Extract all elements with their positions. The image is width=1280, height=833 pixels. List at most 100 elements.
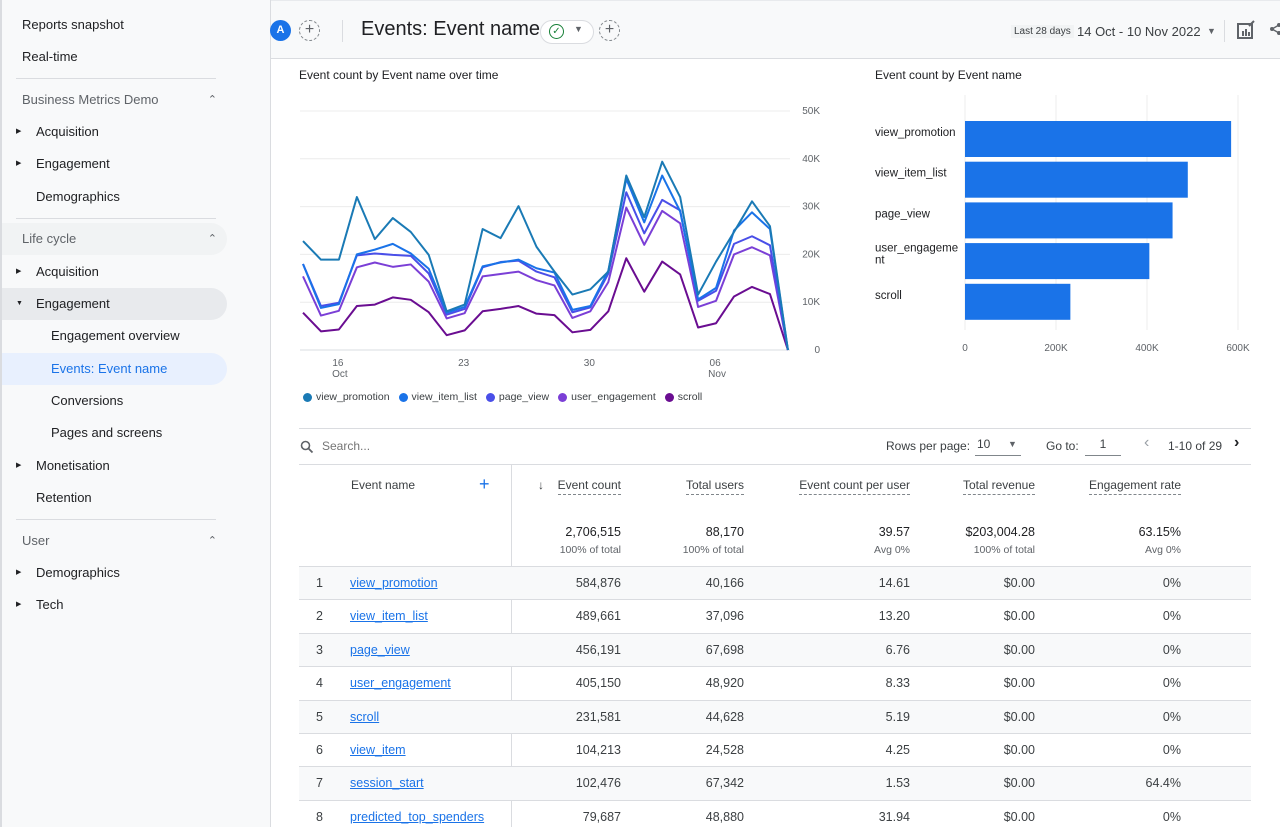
event-count-cell: 405,150 bbox=[575, 676, 621, 691]
header-divider bbox=[342, 20, 343, 42]
share-icon[interactable] bbox=[1268, 22, 1280, 41]
bar-category-label: user_engageme bbox=[875, 243, 958, 255]
column-header-event-count-per-user[interactable]: Event count per user bbox=[799, 478, 910, 495]
legend-item-page-view[interactable]: page_view bbox=[485, 391, 550, 403]
chevron-up-icon[interactable]: ⌃ bbox=[208, 525, 217, 557]
legend-item-view-promotion[interactable]: view_promotion bbox=[303, 391, 390, 403]
event-name-link[interactable]: scroll bbox=[350, 710, 379, 724]
table-search-input[interactable] bbox=[322, 439, 622, 453]
column-header-event-name[interactable]: Event name bbox=[351, 478, 415, 492]
per-user-cell: 4.25 bbox=[885, 743, 910, 757]
customize-report-icon[interactable] bbox=[1236, 20, 1256, 45]
table-row: 7 session_start 102,476 67,342 1.53 $0.00 64.4… bbox=[299, 766, 1251, 800]
event-name-link[interactable]: view_promotion bbox=[350, 576, 438, 590]
event-name-link[interactable]: predicted_top_spenders bbox=[350, 810, 484, 824]
sidebar-item-events-event-name[interactable]: Events: Event name bbox=[2, 353, 227, 385]
bar-user-engagement[interactable] bbox=[965, 243, 1150, 280]
sidebar-section-business-metrics[interactable]: Business Metrics Demo ⌃ bbox=[22, 84, 227, 116]
x-tick-label: 06 bbox=[710, 358, 722, 369]
revenue-cell: $0.00 bbox=[1003, 642, 1035, 657]
add-comparison-button[interactable]: + bbox=[299, 20, 320, 41]
chevron-up-icon[interactable]: ⌃ bbox=[208, 223, 217, 255]
event-name-link[interactable]: view_item bbox=[350, 743, 406, 757]
sidebar-item-reports-snapshot[interactable]: Reports snapshot bbox=[2, 9, 227, 41]
report-status-dropdown[interactable]: ✓ ▼ bbox=[540, 20, 594, 44]
sidebar-item-conversions[interactable]: Conversions bbox=[2, 385, 227, 417]
per-user-cell: 14.61 bbox=[878, 576, 910, 590]
caret-right-icon: ▶ bbox=[16, 462, 22, 469]
line-chart-legend: view_promotion view_item_list page_view use… bbox=[303, 391, 702, 403]
bar-category-label: page_view bbox=[875, 208, 931, 220]
event-name-link[interactable]: session_start bbox=[350, 776, 424, 790]
table-row: 8 predicted_top_spenders 79,687 48,880 31.94… bbox=[299, 799, 1251, 833]
total-engagement-rate: 63.15% bbox=[1138, 525, 1181, 539]
x-tick-label: 0 bbox=[962, 343, 968, 354]
sidebar-item-engagement[interactable]: ▶ Engagement bbox=[2, 148, 227, 180]
total-users-cell: 44,628 bbox=[705, 709, 744, 724]
legend-item-view-item-list[interactable]: view_item_list bbox=[398, 391, 477, 403]
event-count-cell: 489,661 bbox=[575, 609, 621, 624]
section-title: Business Metrics Demo bbox=[22, 92, 159, 107]
total-users-cell: 67,698 bbox=[705, 642, 744, 657]
legend-item-user-engagement[interactable]: user_engagement bbox=[558, 391, 656, 403]
y-tick-label: 50K bbox=[802, 106, 820, 117]
y-tick-label: 10K bbox=[802, 297, 820, 308]
series-line-view-promotion[interactable] bbox=[302, 160, 789, 351]
add-filter-button[interactable]: + bbox=[599, 20, 620, 41]
event-name-link[interactable]: view_item_list bbox=[350, 609, 428, 623]
series-line-user-engagement[interactable] bbox=[302, 206, 789, 351]
sort-desc-icon[interactable]: ↓ bbox=[538, 478, 544, 492]
legend-item-scroll[interactable]: scroll bbox=[664, 391, 702, 403]
series-line-scroll[interactable] bbox=[302, 257, 789, 351]
next-page-button[interactable]: › bbox=[1234, 434, 1239, 452]
per-user-cell: 8.33 bbox=[885, 676, 910, 691]
column-header-event-count[interactable]: Event count bbox=[557, 478, 621, 495]
event-count-cell: 79,687 bbox=[582, 809, 621, 824]
sidebar-item-lc-acquisition[interactable]: ▶ Acquisition bbox=[2, 256, 227, 288]
sidebar-item-pages-and-screens[interactable]: Pages and screens bbox=[2, 417, 227, 449]
bar-page-view[interactable] bbox=[965, 202, 1173, 239]
sidebar-item-user-demographics[interactable]: ▶ Demographics bbox=[2, 557, 227, 589]
engagement-rate-cell: 0% bbox=[1162, 676, 1181, 691]
bar-scroll[interactable] bbox=[965, 283, 1071, 320]
sidebar-item-retention[interactable]: Retention bbox=[2, 482, 227, 514]
bar-view-promotion[interactable] bbox=[965, 121, 1232, 157]
sidebar-item-demographics[interactable]: Demographics bbox=[2, 181, 227, 213]
event-name-link[interactable]: page_view bbox=[350, 643, 410, 657]
event-name-link[interactable]: user_engagement bbox=[350, 676, 451, 690]
add-dimension-button[interactable]: + bbox=[479, 474, 490, 495]
column-header-total-users[interactable]: Total users bbox=[685, 478, 744, 495]
item-label: Engagement bbox=[36, 296, 110, 311]
sidebar-item-acquisition[interactable]: ▶ Acquisition bbox=[2, 116, 227, 148]
revenue-cell: $0.00 bbox=[1003, 743, 1035, 757]
date-dropdown-arrow-icon[interactable]: ▼ bbox=[1207, 26, 1216, 36]
sidebar-item-engagement-overview[interactable]: Engagement overview bbox=[2, 320, 227, 352]
sidebar-section-life-cycle[interactable]: Life cycle ⌃ bbox=[2, 223, 227, 255]
search-icon bbox=[300, 440, 314, 454]
goto-page-input[interactable]: 1 bbox=[1085, 437, 1121, 456]
bar-view-item-list[interactable] bbox=[965, 161, 1188, 198]
sidebar-item-real-time[interactable]: Real-time bbox=[2, 41, 227, 73]
y-tick-label: 0 bbox=[814, 345, 820, 356]
item-label: Tech bbox=[36, 597, 64, 612]
row-index: 4 bbox=[316, 676, 323, 691]
sidebar-item-lc-engagement[interactable]: ▼ Engagement bbox=[2, 288, 227, 320]
rows-per-page-select[interactable]: 10 ▼ bbox=[975, 437, 1021, 456]
sidebar-item-monetisation[interactable]: ▶ Monetisation bbox=[2, 450, 227, 482]
total-revenue-sub: 100% of total bbox=[973, 544, 1035, 556]
prev-page-button[interactable]: ‹ bbox=[1144, 434, 1149, 452]
comparison-avatar[interactable]: A bbox=[270, 20, 291, 41]
table-row: 3 page_view 456,191 67,698 6.76 $0.00 0% bbox=[299, 632, 1251, 667]
column-header-engagement-rate[interactable]: Engagement rate bbox=[1088, 478, 1181, 495]
total-users-cell: 24,528 bbox=[705, 743, 744, 757]
check-circle-icon: ✓ bbox=[549, 24, 564, 39]
sidebar-section-user[interactable]: User ⌃ bbox=[22, 525, 227, 557]
legend-label: user_engagement bbox=[571, 391, 656, 403]
total-revenue: $203,004.28 bbox=[965, 525, 1035, 539]
sidebar-nav: Reports snapshot Real-time Business Metr… bbox=[0, 0, 271, 827]
date-range-picker[interactable]: 14 Oct - 10 Nov 2022 bbox=[1077, 24, 1201, 39]
column-header-total-revenue[interactable]: Total revenue bbox=[962, 478, 1035, 495]
sidebar-item-tech[interactable]: ▶ Tech bbox=[2, 589, 227, 621]
legend-label: page_view bbox=[498, 391, 550, 403]
chevron-up-icon[interactable]: ⌃ bbox=[208, 84, 217, 116]
